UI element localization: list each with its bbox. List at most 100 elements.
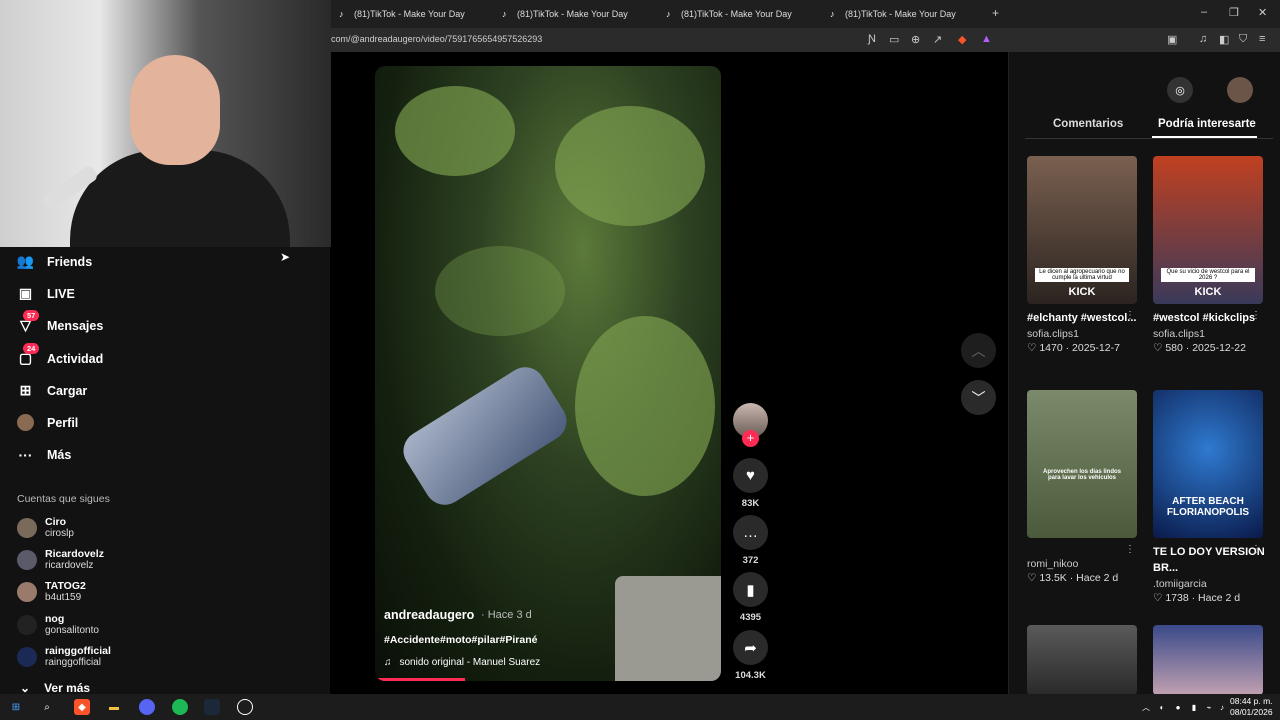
sidebar-item-activity[interactable]: ▢ 24 Actividad xyxy=(17,343,103,367)
creator-avatar[interactable] xyxy=(1227,77,1253,103)
rewards-icon[interactable]: ▲ xyxy=(981,33,992,45)
suggested-video-card[interactable]: Que su vicio de westcol para el 2026 ? K… xyxy=(1153,156,1265,354)
video-player[interactable]: andreadaugero · Hace 3 d #Accidente#moto… xyxy=(375,66,721,681)
next-video-button[interactable]: ﹀ xyxy=(961,380,996,415)
thumbnail-caption: Que su vicio de westcol para el 2026 ? xyxy=(1161,268,1255,282)
video-music[interactable]: ♫ sonido original - Manuel Suarez xyxy=(384,657,540,668)
search-icon[interactable]: ⌕ xyxy=(39,699,55,715)
browser-tab[interactable]: ♪ (81)TikTok - Make Your Day xyxy=(830,4,956,24)
minimize-icon[interactable]: – xyxy=(1201,6,1207,18)
steam-icon[interactable] xyxy=(204,699,220,715)
following-account[interactable]: TATOG2 b4ut159 xyxy=(17,580,86,604)
volume-icon[interactable]: ♪ xyxy=(1214,699,1230,715)
see-more-button[interactable]: ⌄ Ver más xyxy=(20,681,90,695)
sidebar-item-more[interactable]: ··· Más xyxy=(17,446,72,463)
brave-shield-icon[interactable]: ◆ xyxy=(958,33,966,46)
tray-app-icon[interactable]: ◐ xyxy=(1154,699,1170,715)
browser-tab[interactable]: ♪ (81)TikTok - Make Your Day xyxy=(502,4,628,24)
suggested-video-card[interactable]: Le dicen al agropecuario que no cumple l… xyxy=(1027,156,1139,354)
more-options-icon[interactable]: ⋮ xyxy=(1251,544,1261,555)
card-user: .tomiigarcia xyxy=(1153,578,1207,590)
video-hashtags[interactable]: #Accidente#moto#pilar#Pirané xyxy=(384,634,537,646)
share-button[interactable]: ➦ 104.3K xyxy=(733,630,768,681)
following-account[interactable]: Ricardovelz ricardovelz xyxy=(17,548,104,572)
video-progress-bar[interactable] xyxy=(375,678,465,681)
card-meta: ♡ 1470 · 2025-12-7 xyxy=(1027,342,1120,354)
like-button[interactable]: ♥ 83K xyxy=(733,458,768,509)
obs-icon[interactable] xyxy=(237,699,253,715)
suggested-video-card[interactable]: Aprovechen los dias lindos para lavar lo… xyxy=(1027,390,1139,584)
sidebar-item-upload[interactable]: ⊞ Cargar xyxy=(17,382,88,399)
account-handle: gonsalitonto xyxy=(45,625,99,636)
video-thumbnail xyxy=(1027,625,1137,695)
chevron-up-icon: ︿ xyxy=(971,342,986,359)
follow-plus-icon[interactable]: + xyxy=(742,430,759,447)
chevron-down-icon: ﹀ xyxy=(971,389,986,406)
card-meta: ♡ 1738 · Hace 2 d xyxy=(1153,592,1241,604)
like-count: 83K xyxy=(741,498,760,509)
menu-icon[interactable]: ≡ xyxy=(1259,33,1265,45)
brave-icon[interactable]: ◆ xyxy=(74,699,90,715)
avatar xyxy=(17,582,37,602)
card-date: Hace 2 d xyxy=(1198,592,1241,604)
media-icon[interactable]: ♫ xyxy=(1199,33,1207,45)
file-explorer-icon[interactable]: ▬ xyxy=(106,699,122,715)
panel-icon[interactable]: ◧ xyxy=(1219,33,1229,46)
reader-icon[interactable]: Ɲ xyxy=(868,33,876,45)
video-thumbnail: Le dicen al agropecuario que no cumple l… xyxy=(1027,156,1137,304)
tab-suggested[interactable]: Podría interesarte xyxy=(1158,118,1256,130)
url-field[interactable]: com/@andreadaugero/video/759176565495752… xyxy=(331,34,542,44)
account-name: Ricardovelz xyxy=(45,548,104,560)
more-options-icon[interactable]: ⋮ xyxy=(1125,544,1135,555)
system-clock[interactable]: 08:44 p. m. 08/01/2026 xyxy=(1230,696,1273,718)
suggested-video-card[interactable] xyxy=(1027,625,1139,695)
restore-icon[interactable]: ❐ xyxy=(1229,6,1239,19)
cast-icon[interactable]: ▭ xyxy=(889,33,899,46)
video-author[interactable]: andreadaugero xyxy=(384,608,474,622)
sidebar-item-messages[interactable]: ▽ 57 Mensajes xyxy=(17,310,103,334)
suggested-video-card[interactable] xyxy=(1153,625,1265,695)
live-icon: ▣ xyxy=(18,285,33,301)
following-account[interactable]: rainggofficial rainggofficial xyxy=(17,645,111,669)
windows-start-icon[interactable]: ⊞ xyxy=(8,699,24,715)
thumbnail-overlay: KICK xyxy=(1068,286,1096,298)
previous-video-button[interactable]: ︿ xyxy=(961,333,996,368)
tray-chevron-icon[interactable]: ︿ xyxy=(1138,699,1154,715)
zoom-icon[interactable]: ⊕ xyxy=(911,33,920,46)
following-account[interactable]: Ciro ciroslp xyxy=(17,516,74,540)
vpn-icon[interactable]: ⛉ xyxy=(1239,33,1247,46)
sidebar-item-friends[interactable]: 👥 Friends xyxy=(17,253,92,270)
address-bar: com/@andreadaugero/video/759176565495752… xyxy=(331,28,1280,52)
thumbnail-caption: Le dicen al agropecuario que no cumple l… xyxy=(1035,268,1129,282)
sidebar-item-profile[interactable]: Perfil xyxy=(17,414,78,431)
sidebar-item-live[interactable]: ▣ LIVE xyxy=(17,285,75,302)
avatar xyxy=(17,518,37,538)
discord-icon[interactable] xyxy=(139,699,155,715)
more-options-icon[interactable]: ⋮ xyxy=(1125,310,1135,321)
foliage xyxy=(575,316,715,496)
new-tab-icon[interactable]: + xyxy=(992,6,999,20)
comment-button[interactable]: … 372 xyxy=(733,515,768,566)
share-icon[interactable]: ↗ xyxy=(933,33,942,46)
suggested-video-card[interactable]: AFTER BEACH FLORIANOPOLIS TE LO DOY VERS… xyxy=(1153,390,1265,604)
music-disc-icon[interactable]: ◎ xyxy=(1167,77,1193,103)
heart-outline-icon: ♡ xyxy=(1153,592,1163,604)
spotify-icon[interactable] xyxy=(172,699,188,715)
card-title: #westcol #kickclips xyxy=(1153,312,1256,324)
save-button[interactable]: ▮ 4395 xyxy=(733,572,768,623)
tab-comments[interactable]: Comentarios xyxy=(1053,118,1123,130)
close-icon[interactable]: ✕ xyxy=(1258,6,1267,19)
browser-tab[interactable]: ♪ (81)TikTok - Make Your Day xyxy=(339,4,465,24)
card-date: 2025-12-7 xyxy=(1072,342,1120,354)
tab-label: (81)TikTok - Make Your Day xyxy=(681,9,792,19)
following-account[interactable]: nog gonsalitonto xyxy=(17,613,99,637)
tray-app-icon[interactable]: ● xyxy=(1170,699,1186,715)
more-options-icon[interactable]: ⋮ xyxy=(1251,310,1261,321)
foliage xyxy=(435,246,565,336)
messages-badge: 57 xyxy=(23,310,40,321)
card-likes: 1738 xyxy=(1165,592,1189,604)
browser-tab[interactable]: ♪ (81)TikTok - Make Your Day xyxy=(666,4,792,24)
tray-app-icon[interactable]: ▮ xyxy=(1186,699,1202,715)
card-likes: 580 xyxy=(1165,342,1183,354)
sidebar-toggle-icon[interactable]: ▣ xyxy=(1167,33,1177,46)
